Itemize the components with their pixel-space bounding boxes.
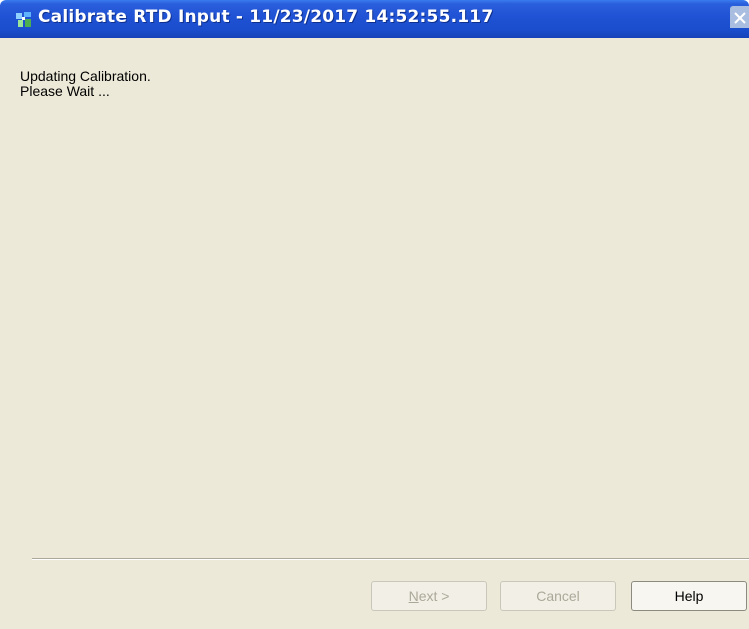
status-line-2: Please Wait ...: [20, 83, 110, 99]
calibrate-rtd-dialog: Calibrate RTD Input - 11/23/2017 14:52:5…: [0, 0, 749, 629]
button-separator: [32, 558, 749, 560]
title-bar[interactable]: Calibrate RTD Input - 11/23/2017 14:52:5…: [0, 0, 749, 38]
help-button[interactable]: Help: [631, 581, 747, 611]
next-button[interactable]: Next >: [371, 581, 487, 611]
dialog-body: Updating Calibration. Please Wait ... Ne…: [0, 38, 749, 629]
status-line-1: Updating Calibration.: [20, 68, 151, 84]
window-title: Calibrate RTD Input - 11/23/2017 14:52:5…: [38, 7, 494, 27]
status-message: Updating Calibration. Please Wait ...: [20, 69, 151, 99]
close-button[interactable]: [730, 6, 749, 28]
app-icon: [16, 12, 31, 27]
cancel-button[interactable]: Cancel: [500, 581, 616, 611]
close-icon: [734, 12, 746, 24]
